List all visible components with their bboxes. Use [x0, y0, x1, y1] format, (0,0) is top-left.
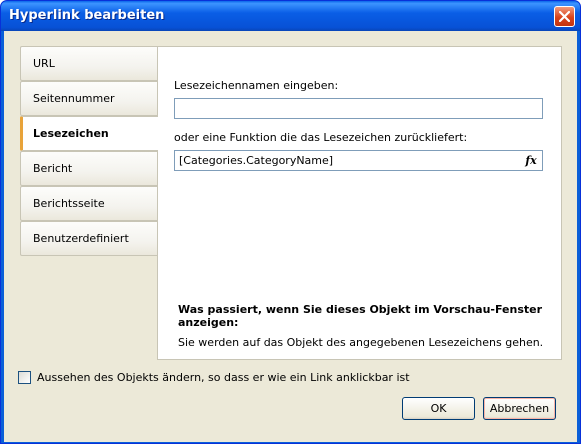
tab-lesezeichen[interactable]: Lesezeichen — [20, 116, 158, 151]
link-appearance-label: Aussehen des Objekts ändern, so dass er … — [37, 371, 410, 384]
cancel-button[interactable]: Abbrechen — [483, 397, 556, 420]
dialog-client-area: URL Seitennummer Lesezeichen Bericht Ber… — [4, 31, 577, 442]
function-fx-icon: fx — [525, 154, 537, 167]
title-bar[interactable]: Hyperlink bearbeiten — [1, 1, 580, 31]
info-title: Was passiert, wenn Sie dieses Objekt im … — [178, 303, 543, 329]
window-title: Hyperlink bearbeiten — [9, 8, 165, 23]
tab-url[interactable]: URL — [20, 46, 157, 81]
ok-button[interactable]: OK — [402, 397, 475, 420]
link-appearance-checkbox[interactable] — [18, 371, 31, 384]
close-icon — [559, 11, 570, 22]
dialog-window: Hyperlink bearbeiten URL Seitennummer Le… — [0, 0, 581, 444]
bookmark-name-input[interactable] — [174, 98, 543, 119]
tab-content-panel: Lesezeichennamen eingeben: oder eine Fun… — [157, 46, 562, 360]
info-text: Sie werden auf das Objekt des angegebene… — [178, 336, 544, 349]
tab-berichtsseite[interactable]: Berichtsseite — [20, 186, 157, 221]
tab-seitennummer[interactable]: Seitennummer — [20, 81, 157, 116]
link-appearance-option[interactable]: Aussehen des Objekts ändern, so dass er … — [18, 371, 410, 384]
tab-list: URL Seitennummer Lesezeichen Bericht Ber… — [20, 46, 158, 256]
close-button[interactable] — [554, 6, 575, 27]
tab-benutzerdefiniert[interactable]: Benutzerdefiniert — [20, 221, 157, 256]
function-label: oder eine Funktion die das Lesezeichen z… — [174, 131, 468, 144]
bookmark-name-label: Lesezeichennamen eingeben: — [174, 79, 339, 92]
function-input[interactable]: [Categories.CategoryName] fx — [174, 150, 543, 171]
tab-bericht[interactable]: Bericht — [20, 151, 157, 186]
function-editor-button[interactable]: fx — [523, 152, 539, 169]
function-input-value: [Categories.CategoryName] — [179, 154, 334, 167]
